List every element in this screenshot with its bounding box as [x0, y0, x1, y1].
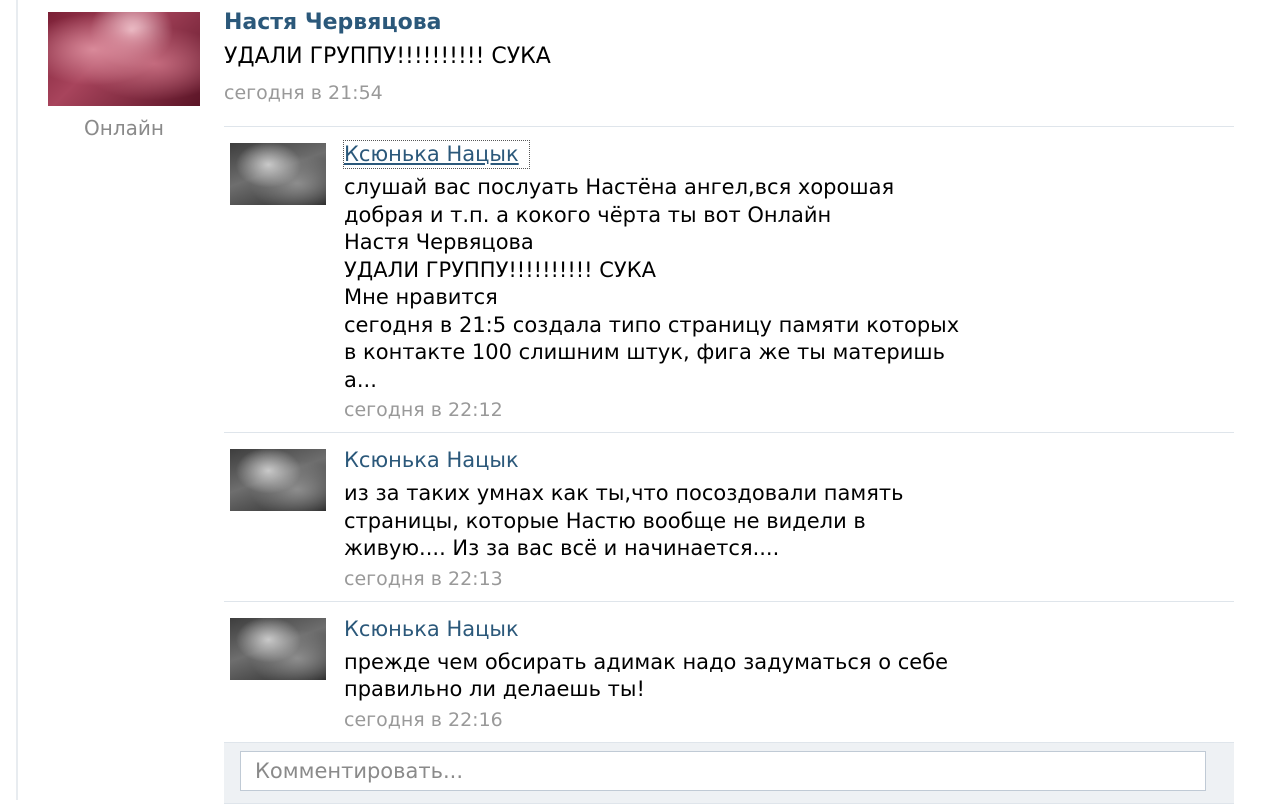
comment-author-name[interactable]: Ксюнька Нацык — [344, 616, 519, 643]
comment-item: Ксюнька Нацык прежде чем обсирать адимак… — [224, 600, 1234, 742]
online-status: Онлайн — [84, 116, 164, 140]
comment-author-name[interactable]: Ксюнька Нацык — [344, 447, 519, 474]
left-border — [16, 0, 18, 800]
post-timestamp[interactable]: сегодня в 21:54 — [224, 82, 383, 104]
comment-timestamp[interactable]: сегодня в 22:12 — [344, 398, 1234, 422]
comment-timestamp[interactable]: сегодня в 22:16 — [344, 708, 1234, 732]
post-text: УДАЛИ ГРУППУ!!!!!!!!!! СУКА — [224, 44, 551, 69]
comment-author-avatar[interactable] — [230, 143, 326, 205]
comment-item: Ксюнька Нацык из за таких умнах как ты,ч… — [224, 432, 1234, 601]
comment-item: Ксюнька Нацык слушай вас послуать Настён… — [224, 126, 1234, 432]
comment-author-avatar[interactable] — [230, 449, 326, 511]
comment-timestamp[interactable]: сегодня в 22:13 — [344, 567, 1234, 591]
comments-list: Ксюнька Нацык слушай вас послуать Настён… — [224, 126, 1234, 804]
comment-text: слушай вас послуать Настёна ангел,вся хо… — [344, 175, 960, 392]
comment-text: из за таких умнах как ты,что посоздовали… — [344, 481, 904, 560]
comment-input[interactable] — [240, 750, 1206, 791]
comment-author-avatar[interactable] — [230, 617, 326, 680]
comment-author-name[interactable]: Ксюнька Нацык — [343, 140, 530, 169]
comment-text: прежде чем обсирать адимак надо задумать… — [344, 649, 949, 702]
post-author-name[interactable]: Настя Червяцова — [224, 10, 442, 35]
post-author-avatar[interactable] — [48, 12, 200, 106]
reply-area — [224, 741, 1234, 804]
